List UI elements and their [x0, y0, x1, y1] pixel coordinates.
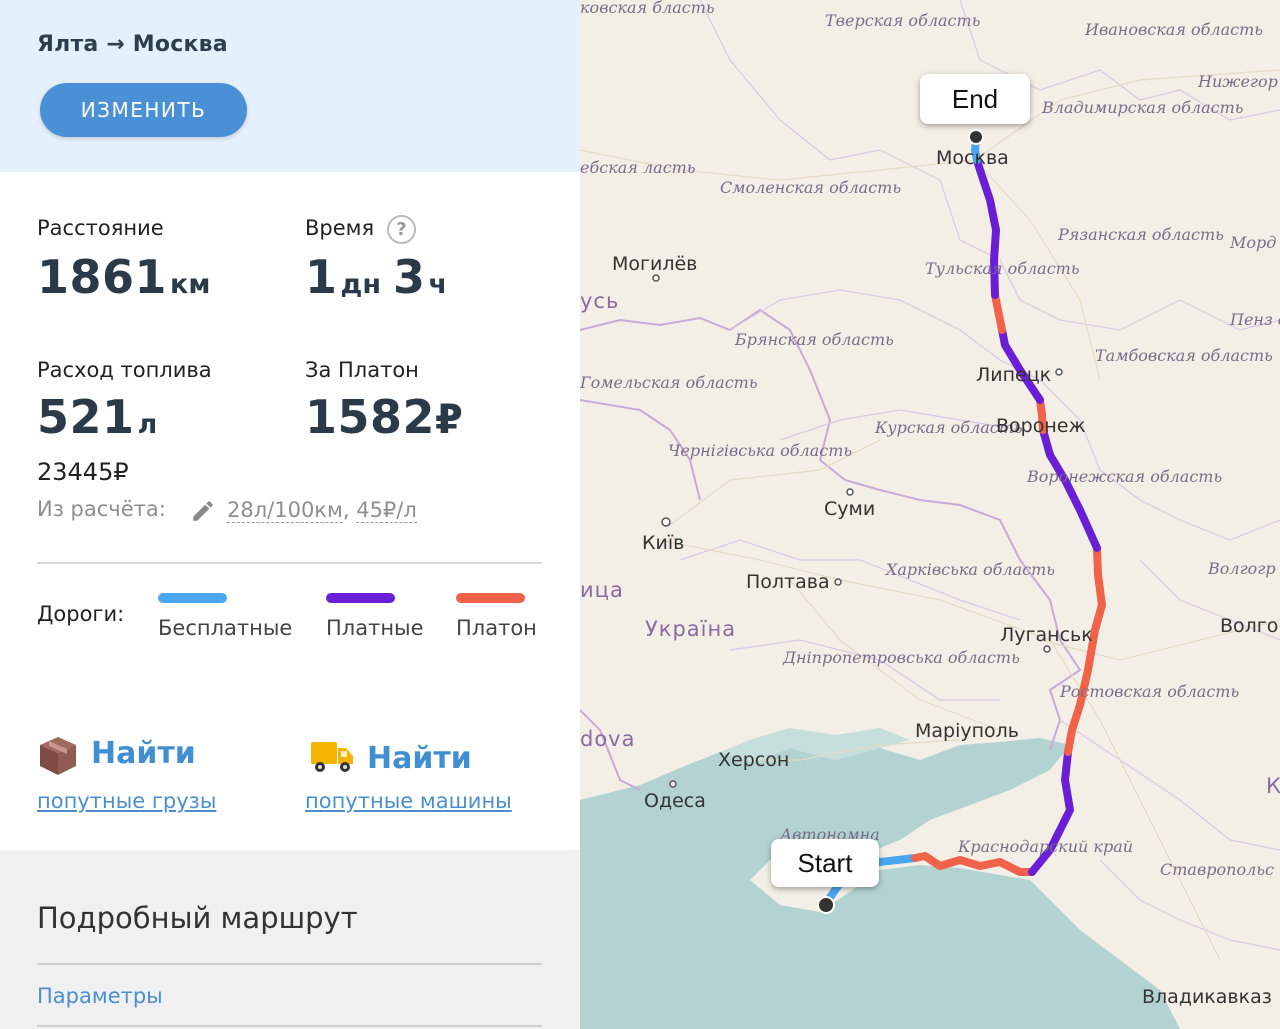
city-label: Суми — [824, 498, 875, 520]
start-marker[interactable]: Start — [771, 839, 879, 887]
region-label: Гомельская область — [580, 373, 758, 392]
legend-line-toll — [326, 593, 395, 603]
distance-unit: км — [170, 269, 211, 300]
platon-number: 1582 — [305, 390, 436, 444]
find-cargo-link[interactable]: попутные грузы — [37, 789, 216, 813]
region-label: Харківська область — [884, 560, 1055, 579]
legend-label-toll: Платные — [326, 616, 424, 640]
truck-icon — [311, 742, 353, 772]
region-label: Тульская область — [925, 259, 1080, 278]
calc-label: Из расчёта: — [37, 497, 166, 521]
city-label: Полтава — [746, 571, 830, 593]
region-label: Пенз обл — [1229, 310, 1280, 329]
region-label: Рязанская область — [1057, 225, 1224, 244]
fuel-cost: 23445₽ — [37, 458, 129, 486]
params-link[interactable]: Параметры — [37, 984, 163, 1008]
region-label: Тверская область — [825, 11, 980, 30]
roads-label: Дороги: — [37, 602, 125, 626]
platon-currency: ₽ — [435, 397, 464, 443]
calc-separator: , — [342, 498, 350, 522]
region-label: Ростовская область — [1059, 682, 1239, 701]
city-label: Маріуполь — [915, 720, 1019, 742]
find-cars-link[interactable]: попутные машины — [305, 789, 512, 813]
country-label: ица — [580, 578, 624, 602]
country-label: Україна — [645, 617, 736, 641]
city-label: Владикавказ — [1142, 986, 1272, 1008]
end-marker[interactable]: End — [920, 74, 1030, 124]
region-label: Смоленская область — [720, 178, 901, 197]
distance-number: 1861 — [37, 250, 168, 304]
edit-route-button[interactable]: ИЗМЕНИТЬ — [40, 83, 247, 137]
country-label: dova — [580, 727, 635, 751]
region-label: ковская бласть — [580, 0, 715, 17]
details-title: Подробный маршрут — [37, 901, 358, 935]
route-title: Ялта → Москва — [37, 32, 228, 57]
distance-value: 1861 км — [37, 250, 210, 304]
region-label: Дніпропетровська область — [782, 648, 1020, 667]
time-days-unit: дн — [340, 269, 381, 300]
legend-line-free — [158, 593, 227, 603]
city-label: Одеса — [644, 790, 706, 812]
fuel-price-link[interactable]: 45₽/л — [356, 498, 417, 523]
city-label: Луганськ — [1000, 624, 1093, 646]
region-label: Чернігівська область — [668, 441, 852, 460]
city-label: Київ — [642, 532, 684, 554]
legend-label-platon: Платон — [456, 616, 537, 640]
city-label: Москва — [936, 147, 1009, 169]
divider — [37, 562, 542, 564]
region-label: Краснодарский край — [957, 837, 1133, 856]
help-icon[interactable]: ? — [387, 215, 416, 244]
region-label: ебская ласть — [580, 158, 696, 177]
distance-label: Расстояние — [37, 216, 164, 240]
time-days: 1 — [305, 250, 338, 304]
time-hours-unit: ч — [428, 269, 448, 300]
find-cars-title[interactable]: Найти — [367, 741, 472, 776]
legend-line-platon — [456, 593, 525, 603]
city-label: Воронеж — [996, 415, 1086, 437]
fuel-label: Расход топлива — [37, 358, 212, 382]
city-label: Могилёв — [612, 253, 697, 275]
platon-value: 1582₽ — [305, 390, 463, 444]
platon-label: За Платон — [305, 358, 419, 382]
route-header: Ялта → Москва ИЗМЕНИТЬ — [0, 0, 580, 172]
region-label: Ивановская область — [1084, 20, 1263, 39]
divider — [37, 963, 542, 965]
region-label: Волгогр обл — [1207, 559, 1280, 578]
region-label: Владимирская область — [1041, 98, 1243, 117]
region-label: Брянская область — [734, 330, 894, 349]
region-label: Морд — [1229, 233, 1276, 252]
city-label: Липецк — [976, 364, 1051, 386]
legend-label-free: Бесплатные — [158, 616, 293, 640]
fuel-unit: л — [137, 409, 158, 440]
consumption-link[interactable]: 28л/100км — [227, 498, 343, 523]
region-label: Воронежская область — [1026, 467, 1222, 486]
region-label: Ставропольс край — [1160, 860, 1280, 879]
box-icon — [40, 737, 76, 775]
country-label: К — [1266, 774, 1280, 798]
region-label: Нижегор облас — [1197, 72, 1280, 91]
fuel-number: 521 — [37, 390, 135, 444]
end-point[interactable] — [968, 129, 984, 145]
pencil-icon[interactable] — [190, 498, 216, 524]
region-label: Тамбовская область — [1095, 346, 1273, 365]
route-panel: Ялта → Москва ИЗМЕНИТЬ Расстояние 1861 км… — [0, 0, 580, 1029]
find-cargo-title[interactable]: Найти — [91, 736, 196, 771]
time-hours: 3 — [392, 250, 426, 304]
city-label: Херсон — [718, 749, 789, 771]
route-map[interactable]: Тверская область Ивановская область Ниже… — [580, 0, 1280, 1029]
fuel-value: 521 л — [37, 390, 157, 444]
calc-params: 28л/100км, 45₽/л — [227, 498, 417, 523]
divider — [37, 1025, 542, 1027]
time-value: 1 дн 3 ч — [305, 250, 447, 304]
time-label: Время — [305, 216, 375, 240]
country-label: усь — [580, 289, 619, 313]
start-point[interactable] — [817, 896, 835, 914]
city-label: Волго — [1220, 615, 1278, 637]
map-canvas[interactable]: Тверская область Ивановская область Ниже… — [580, 0, 1280, 1029]
